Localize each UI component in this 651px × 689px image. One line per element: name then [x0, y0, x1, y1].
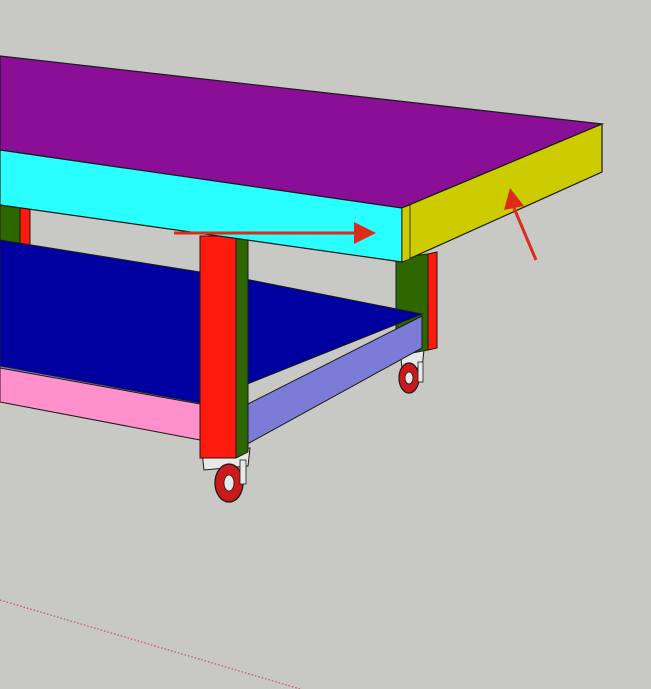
front-right-leg-side [235, 231, 249, 459]
side-apron-corner-strip [401, 204, 411, 263]
back-right-leg-face [427, 251, 438, 351]
sketchup-viewport[interactable] [0, 0, 651, 689]
workbench-model-scene[interactable] [0, 0, 651, 689]
front-right-leg-face [199, 235, 237, 459]
red-axis-guide [0, 599, 301, 689]
